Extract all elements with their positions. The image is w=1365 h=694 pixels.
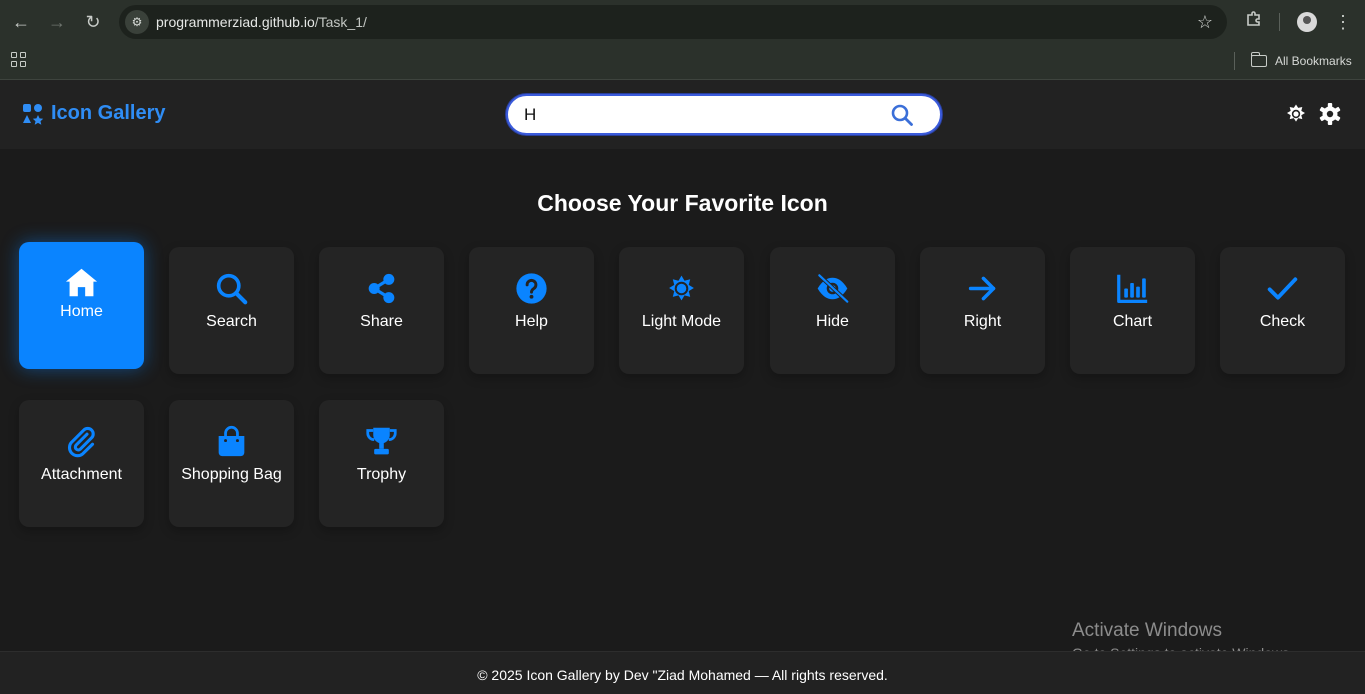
trophy-icon (366, 427, 397, 455)
card-label: Shopping Bag (181, 466, 282, 483)
extensions-icon[interactable] (1243, 10, 1265, 32)
address-url[interactable]: programmerziad.github.io/Task_1/ (156, 14, 367, 30)
bookmark-star-icon[interactable]: ☆ (1197, 11, 1213, 33)
hide-icon (817, 273, 849, 304)
arrow-right-icon (968, 276, 996, 301)
settings-gear-icon[interactable] (1319, 103, 1341, 125)
icon-card-right[interactable]: Right (920, 247, 1045, 374)
card-label: Check (1259, 313, 1306, 330)
browser-toolbar: ← → ↻ ⚙ programmerziad.github.io/Task_1/… (0, 0, 1365, 44)
shopping-bag-icon (218, 425, 245, 457)
watermark-title: Activate Windows (1072, 620, 1222, 641)
icon-card-trophy[interactable]: Trophy (319, 400, 444, 527)
url-path: /Task_1/ (314, 14, 367, 30)
search-icon (216, 273, 248, 305)
all-bookmarks-label: All Bookmarks (1275, 54, 1352, 68)
card-label: Attachment (41, 466, 122, 483)
card-label: Search (206, 313, 257, 330)
browser-menu-icon[interactable]: ⋮ (1334, 11, 1352, 33)
forward-arrow-icon[interactable]: → (46, 11, 68, 33)
browser-chrome: ← → ↻ ⚙ programmerziad.github.io/Task_1/… (0, 0, 1365, 80)
icon-card-home[interactable]: Home (19, 242, 144, 369)
card-label: Help (515, 313, 548, 330)
light-mode-icon (669, 275, 694, 301)
icon-card-chart[interactable]: Chart (1070, 247, 1195, 374)
logo[interactable]: Icon Gallery (22, 102, 166, 125)
card-label: Chart (1112, 313, 1153, 330)
share-icon (368, 273, 395, 304)
search-bar[interactable] (506, 94, 942, 135)
card-label: Light Mode (641, 313, 722, 330)
home-icon (65, 268, 98, 297)
bookmarks-bar: All Bookmarks (0, 44, 1365, 80)
toolbar-divider (1279, 13, 1280, 31)
icon-card-attachment[interactable]: Attachment (19, 400, 144, 527)
card-label: Right (963, 313, 1002, 330)
logo-text: Icon Gallery (51, 102, 166, 124)
app-header: Icon Gallery (0, 80, 1365, 149)
footer: © 2025 Icon Gallery by Dev "Ziad Mohamed… (0, 651, 1365, 694)
icon-card-help[interactable]: Help (469, 247, 594, 374)
icon-card-hide[interactable]: Hide (770, 247, 895, 374)
chart-icon (1117, 274, 1148, 303)
icon-card-search[interactable]: Search (169, 247, 294, 374)
footer-copyright: © 2025 Icon Gallery by Dev "Ziad Mohamed… (477, 667, 888, 683)
check-icon (1267, 277, 1298, 300)
bookmarks-divider (1234, 52, 1235, 70)
back-arrow-icon[interactable]: ← (10, 11, 32, 33)
icons-logo-icon (23, 103, 44, 125)
card-label: Hide (816, 313, 849, 330)
profile-avatar[interactable] (1297, 12, 1317, 32)
search-input[interactable] (524, 104, 864, 126)
site-info-icon[interactable]: ⚙ (125, 10, 149, 34)
url-host: programmerziad.github.io (156, 14, 315, 30)
icon-card-check[interactable]: Check (1220, 247, 1345, 374)
address-bar[interactable]: ⚙ programmerziad.github.io/Task_1/ ☆ (119, 5, 1227, 39)
icon-card-shopping-bag[interactable]: Shopping Bag (169, 400, 294, 527)
card-label: Share (360, 313, 403, 330)
attachment-icon (68, 426, 95, 458)
page-title: Choose Your Favorite Icon (537, 190, 828, 216)
card-label: Trophy (356, 466, 407, 483)
apps-grid-icon[interactable] (11, 52, 27, 68)
help-icon (516, 273, 547, 304)
theme-toggle-icon[interactable] (1285, 103, 1307, 125)
icon-card-light-mode[interactable]: Light Mode (619, 247, 744, 374)
card-label: Home (60, 303, 103, 320)
reload-icon[interactable]: ↻ (82, 11, 104, 33)
icon-card-share[interactable]: Share (319, 247, 444, 374)
search-icon[interactable] (890, 103, 914, 127)
folder-icon (1250, 52, 1267, 67)
all-bookmarks-button[interactable]: All Bookmarks (1250, 51, 1352, 71)
